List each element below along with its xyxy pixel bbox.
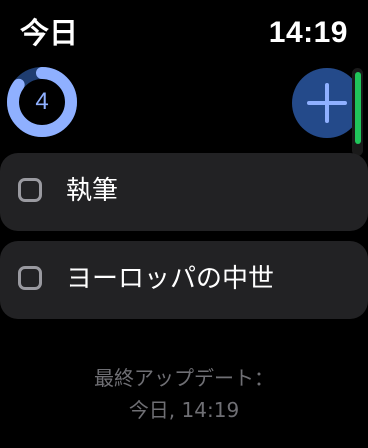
remaining-count: 4 xyxy=(35,88,49,115)
last-updated-value: 今日, 14:19 xyxy=(128,398,240,422)
scroll-indicator-thumb xyxy=(355,72,361,144)
task-label: ヨーロッパの中世 xyxy=(66,264,275,294)
clock-time: 14:19 xyxy=(268,16,348,49)
page-title: 今日 xyxy=(20,16,79,50)
task-checkbox[interactable] xyxy=(18,266,42,290)
task-label: 執筆 xyxy=(66,176,119,206)
task-row[interactable]: 執筆 xyxy=(0,153,368,231)
last-updated-label: 最終アップデート： xyxy=(94,366,274,390)
progress-ring[interactable]: 4 xyxy=(6,66,78,138)
task-checkbox[interactable] xyxy=(18,178,42,202)
task-row[interactable]: ヨーロッパの中世 xyxy=(0,241,368,319)
